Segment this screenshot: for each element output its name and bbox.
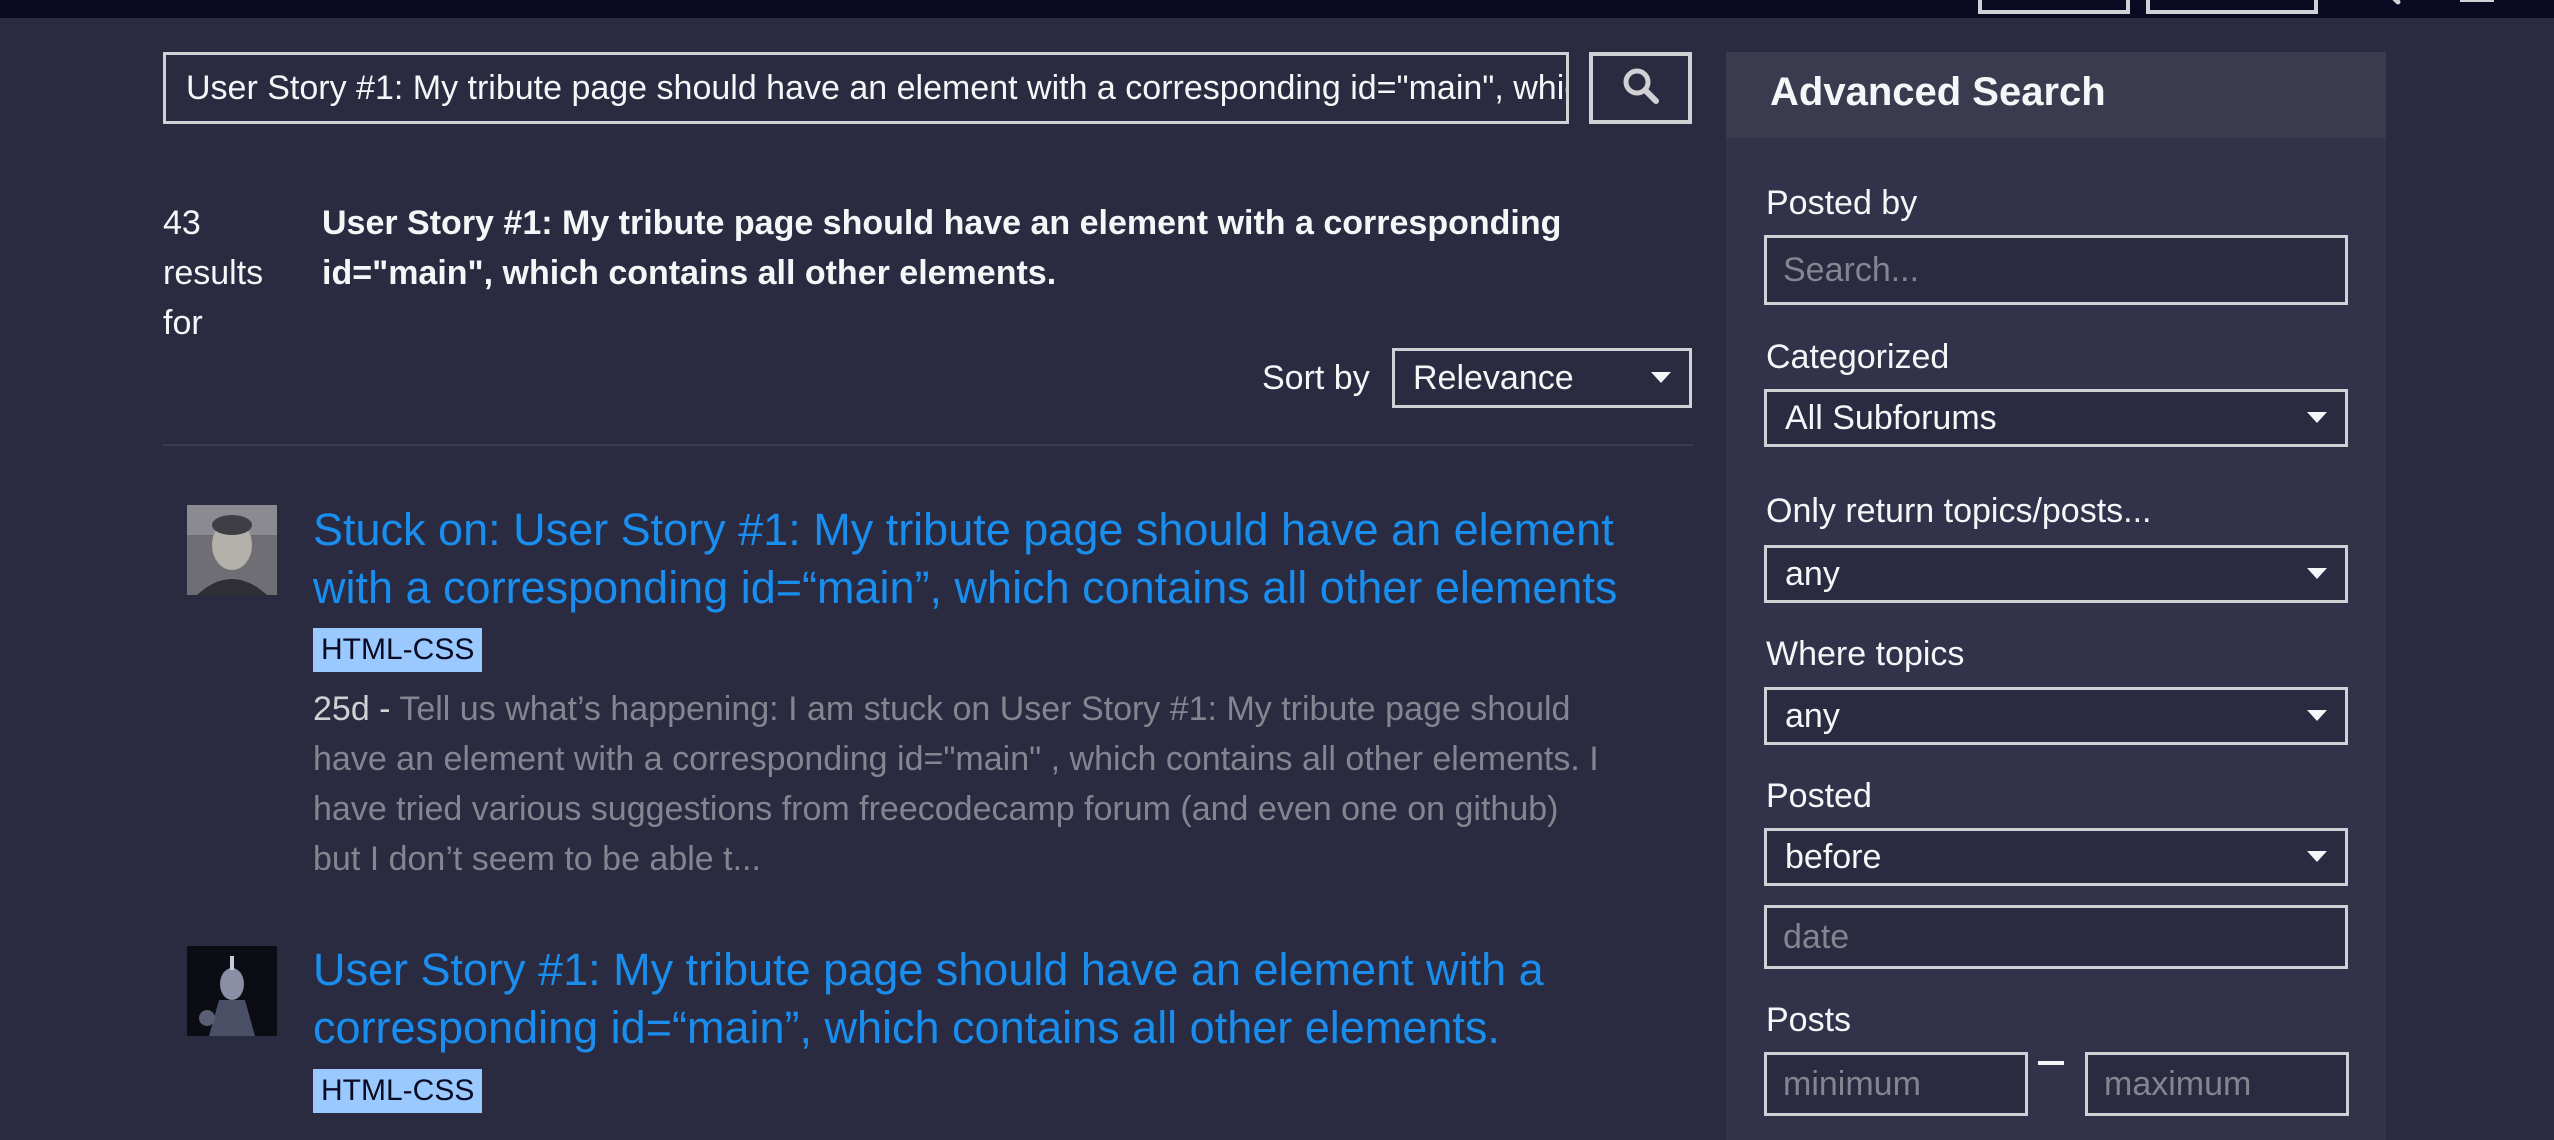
posts-minimum-input[interactable]: minimum [1764, 1052, 2028, 1116]
search-icon[interactable] [2370, 0, 2402, 8]
chevron-down-icon [1651, 372, 1671, 383]
where-topics-select[interactable]: any [1764, 687, 2348, 745]
range-dash [2038, 1061, 2064, 1065]
posted-by-label: Posted by [1766, 184, 1918, 222]
result-blurb-text: Tell us what’s happening: I am stuck on … [313, 690, 1599, 878]
only-return-select-value: any [1785, 554, 1840, 593]
avatar[interactable] [187, 505, 277, 595]
results-count-label: results [163, 254, 264, 292]
only-return-label: Only return topics/posts... [1766, 492, 2152, 530]
date-input[interactable]: date [1764, 905, 2348, 969]
sort-label: Sort by [1262, 359, 1370, 397]
only-return-select[interactable]: any [1764, 545, 2348, 603]
nav-button[interactable] [2146, 0, 2318, 14]
posted-by-input[interactable]: Search... [1764, 235, 2348, 305]
where-topics-label: Where topics [1766, 635, 1965, 673]
where-topics-select-value: any [1785, 696, 1840, 735]
avatar[interactable] [187, 946, 277, 1036]
advanced-search-header: Advanced Search [1726, 52, 2386, 138]
results-divider [163, 444, 1693, 446]
result-title-link[interactable]: User Story #1: My tribute page should ha… [313, 941, 1693, 1057]
result-date: 25d - [313, 690, 400, 728]
user-icon [187, 505, 277, 595]
chevron-down-icon [2307, 851, 2327, 862]
search-button[interactable] [1589, 52, 1692, 124]
category-tag[interactable]: HTML-CSS [313, 1069, 483, 1113]
results-count-number: 43 [163, 204, 201, 242]
posted-label: Posted [1766, 777, 1872, 815]
posts-label: Posts [1766, 1001, 1852, 1039]
results-count: 43 results for [163, 198, 313, 348]
top-nav-bar [0, 0, 2554, 18]
result-blurb: 25d - Tell us what’s happening: I am stu… [313, 684, 1613, 884]
results-query: User Story #1: My tribute page should ha… [322, 204, 1562, 292]
categorized-label: Categorized [1766, 338, 1950, 376]
posted-select-value: before [1785, 837, 1882, 876]
chevron-down-icon [2307, 710, 2327, 721]
posts-maximum-input[interactable]: maximum [2085, 1052, 2349, 1116]
chevron-down-icon [2307, 412, 2327, 423]
categorized-select-value: All Subforums [1785, 398, 1997, 437]
result-title-link[interactable]: Stuck on: User Story #1: My tribute page… [313, 501, 1693, 617]
menu-icon[interactable] [2456, 0, 2494, 8]
sort-select[interactable]: Relevance [1392, 348, 1692, 408]
posted-select[interactable]: before [1764, 828, 2348, 886]
advanced-search-title: Advanced Search [1770, 70, 2106, 114]
user-icon [187, 946, 277, 1036]
search-icon [1621, 66, 1661, 111]
nav-button[interactable] [1978, 0, 2130, 14]
search-input[interactable]: User Story #1: My tribute page should ha… [163, 52, 1569, 124]
results-count-for: for [163, 304, 203, 342]
sort-select-value: Relevance [1413, 358, 1574, 397]
categorized-select[interactable]: All Subforums [1764, 389, 2348, 447]
chevron-down-icon [2307, 568, 2327, 579]
category-tag[interactable]: HTML-CSS [313, 628, 483, 672]
